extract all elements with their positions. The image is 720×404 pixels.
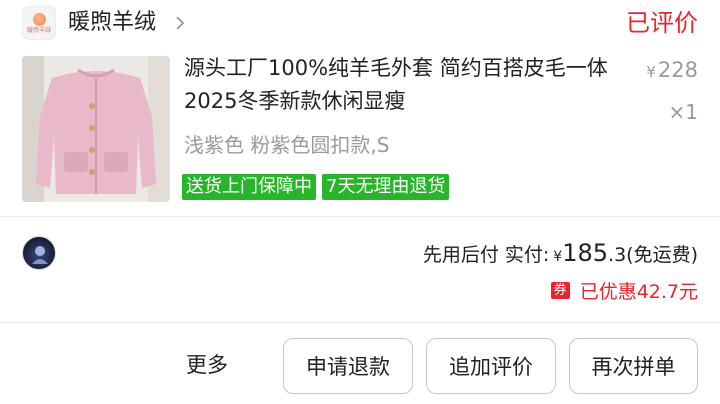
- rebuy-button[interactable]: 再次拼单: [569, 338, 698, 394]
- product-price: ¥228: [646, 58, 698, 82]
- discount-text: 已优惠42.7元: [579, 280, 698, 303]
- payment-summary: 先用后付 实付: ¥185.3(免运费): [423, 236, 698, 274]
- chevron-right-icon[interactable]: [172, 15, 188, 31]
- avatar-figure: [32, 246, 48, 264]
- product-thumbnail[interactable]: [22, 56, 170, 202]
- payment-amount-integer: 185: [562, 239, 609, 267]
- payment-label: 先用后付 实付:: [422, 244, 550, 266]
- service-tags: 送货上门保障中 7天无理由退货: [182, 174, 450, 200]
- product-title[interactable]: 源头工厂100%纯羊毛外套 简约百搭皮毛一体2025冬季新款休闲显瘦: [184, 52, 624, 118]
- pink-fur-coat-image: [22, 56, 170, 202]
- shop-name[interactable]: 暖煦羊绒: [68, 8, 156, 38]
- divider: [0, 322, 720, 323]
- payment-currency: ¥: [553, 249, 563, 265]
- divider: [0, 216, 720, 217]
- order-status: 已评价: [626, 9, 698, 37]
- user-avatar[interactable]: [22, 236, 56, 270]
- shop-logo-text: 暖煦羊绒: [26, 26, 51, 34]
- add-review-button[interactable]: 追加评价: [426, 338, 556, 394]
- tag-delivery-guarantee: 送货上门保障中: [182, 174, 316, 200]
- shop-logo-mark: [32, 12, 46, 26]
- payment-amount-decimal: .3: [608, 244, 627, 266]
- coupon-icon: 券: [550, 281, 570, 299]
- product-quantity: ×1: [668, 100, 698, 124]
- tag-seven-day-return: 7天无理由退货: [322, 174, 450, 200]
- price-currency: ¥: [646, 63, 656, 81]
- discount-info: 券 已优惠42.7元: [550, 276, 698, 304]
- refund-button[interactable]: 申请退款: [283, 338, 413, 394]
- more-button[interactable]: 更多: [186, 348, 228, 382]
- product-spec: 浅紫色 粉紫色圆扣款,S: [184, 133, 390, 157]
- shipping-note: (免运费): [626, 244, 698, 266]
- price-value: 228: [657, 58, 698, 82]
- order-header: 暖煦羊绒 暖煦羊绒 已评价: [0, 0, 720, 46]
- shop-logo[interactable]: 暖煦羊绒: [22, 6, 56, 40]
